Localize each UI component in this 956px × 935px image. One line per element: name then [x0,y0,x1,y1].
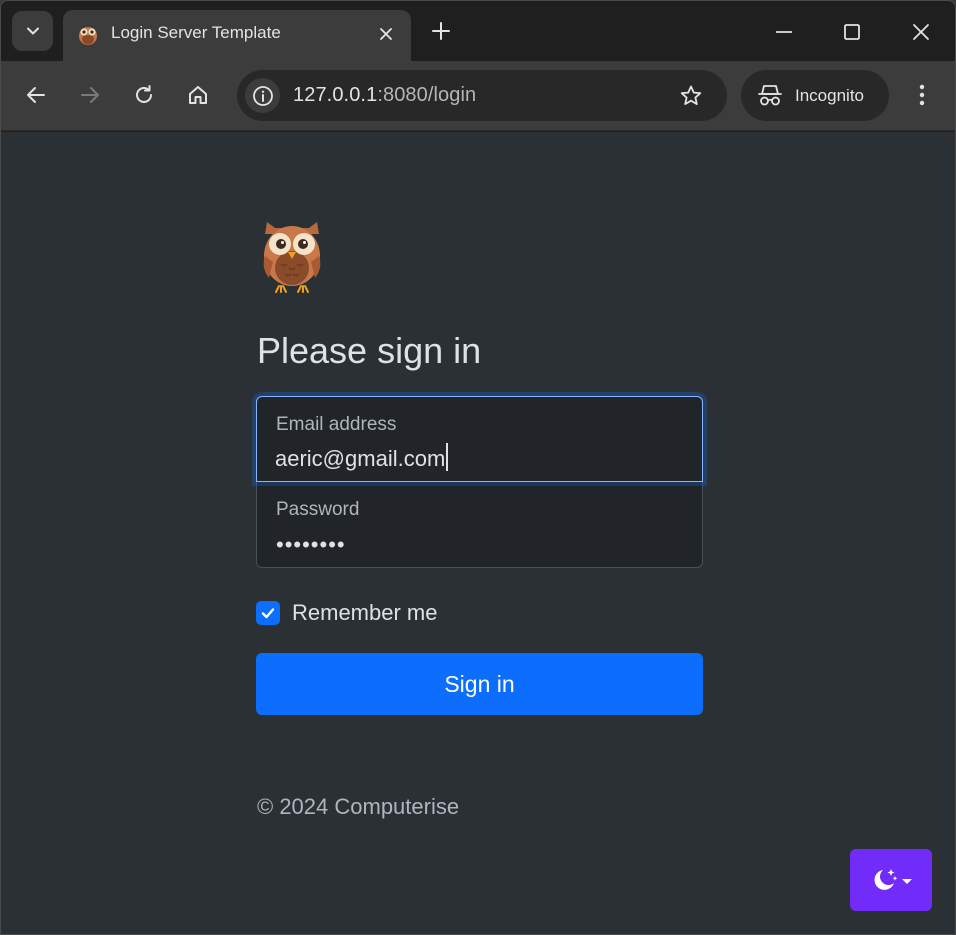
remember-me-label[interactable]: Remember me [292,600,437,626]
home-icon [189,86,207,104]
minimize-icon [776,31,792,33]
credentials-form: Email address aeric@gmail.com Password •… [256,396,703,568]
tab-title: Login Server Template [111,23,281,42]
browser-toolbar: 127.0.0.1:8080/login Incognito [1,61,955,131]
new-tab-button[interactable] [426,16,456,46]
close-icon [380,28,392,40]
browser-menu-button[interactable] [907,77,937,113]
maximize-button[interactable] [835,15,869,49]
minimize-button[interactable] [767,15,801,49]
address-bar[interactable]: 127.0.0.1:8080/login [237,70,727,121]
url-host: 127.0.0.1 [293,84,378,106]
password-label: Password [276,499,360,520]
remember-me-checkbox[interactable] [256,601,280,625]
url-path: :8080/login [377,84,477,106]
copyright-footer: © 2024 Computerise [257,794,460,819]
text-caret [446,443,449,471]
site-info-button[interactable] [245,78,280,113]
theme-toggle-button[interactable] [850,849,932,911]
incognito-label: Incognito [795,86,864,105]
owl-icon [263,222,321,293]
incognito-icon [758,85,782,106]
close-window-button[interactable] [904,15,938,49]
reload-button[interactable] [126,77,162,113]
active-tab[interactable]: Login Server Template [63,10,411,61]
caret-down-icon [902,879,912,884]
sign-in-button[interactable]: Sign in [256,653,703,715]
back-arrow-icon [27,87,45,103]
reload-icon [136,85,152,103]
password-field[interactable]: Password •••••••• [256,481,703,568]
tab-search-button[interactable] [12,11,53,51]
back-button[interactable] [18,77,54,113]
maximize-icon [844,24,860,40]
password-input-value[interactable]: •••••••• [276,532,346,558]
page-title: Please sign in [257,330,482,371]
remember-me-row[interactable]: Remember me [256,600,437,626]
close-icon [913,24,929,40]
url-text[interactable]: 127.0.0.1:8080/login [293,84,476,107]
email-input-value[interactable]: aeric@gmail.com [275,443,449,472]
tab-close-button[interactable] [375,23,397,45]
forward-arrow-icon [81,87,99,103]
browser-window: Login Server Template 127.0.0.1:8080/log… [0,0,956,935]
star-icon [680,85,702,105]
checkmark-icon [261,608,275,619]
login-page: Please sign in Email address aeric@gmail… [1,132,955,934]
incognito-button[interactable]: Incognito [741,70,889,121]
plus-icon [432,22,450,40]
email-field[interactable]: Email address aeric@gmail.com [256,396,703,482]
moon-stars-icon [874,869,912,890]
forward-button[interactable] [72,77,108,113]
owl-icon [79,27,97,45]
email-value: aeric@gmail.com [275,446,446,471]
tab-strip: Login Server Template [1,1,955,61]
email-label: Email address [276,414,397,435]
home-button[interactable] [180,77,216,113]
chevron-down-icon [26,27,39,35]
site-info-icon [252,85,273,106]
bookmark-button[interactable] [677,82,705,110]
kebab-menu-icon [919,84,925,106]
